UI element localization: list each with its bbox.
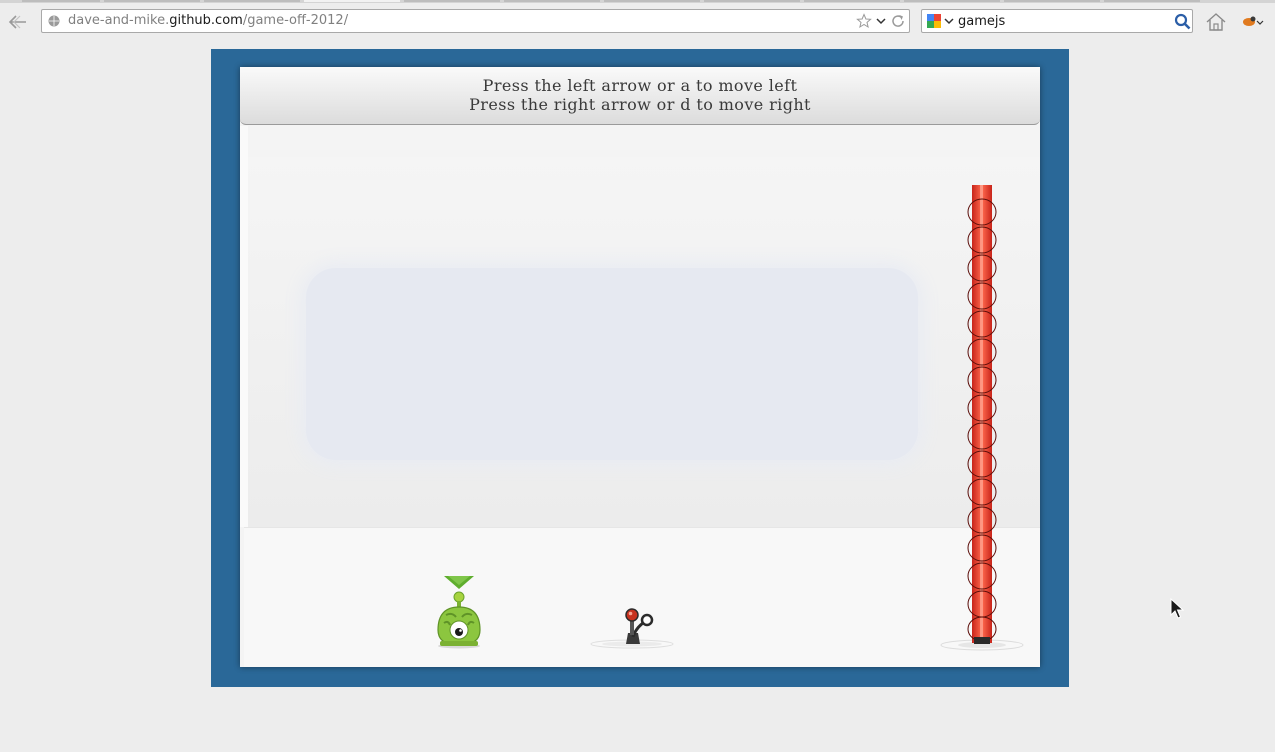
browser-tab[interactable] bbox=[204, 0, 300, 2]
game-frame: Press the left arrow or a to move left P… bbox=[211, 49, 1069, 687]
reload-icon[interactable] bbox=[890, 13, 906, 29]
canvas-edge bbox=[240, 126, 248, 527]
browser-tab[interactable] bbox=[1004, 0, 1100, 2]
game-canvas[interactable]: Press the left arrow or a to move left P… bbox=[240, 67, 1040, 667]
browser-tab-active[interactable] bbox=[304, 0, 400, 2]
cloud-platform bbox=[306, 268, 918, 460]
dropdown-arrow-icon[interactable] bbox=[875, 15, 887, 27]
green-alien-player bbox=[437, 576, 481, 649]
bookmark-star-icon[interactable] bbox=[856, 13, 872, 29]
url-text[interactable]: dave-and-mike.github.com/game-off-2012/ bbox=[68, 13, 348, 28]
search-input[interactable] bbox=[958, 12, 1168, 30]
browser-tab[interactable] bbox=[104, 0, 200, 2]
browser-tab[interactable] bbox=[404, 0, 500, 2]
google-icon[interactable] bbox=[926, 13, 942, 29]
browser-tab[interactable] bbox=[704, 0, 800, 2]
browser-tab[interactable] bbox=[804, 0, 900, 2]
magnifier-icon[interactable] bbox=[1174, 13, 1191, 30]
dropdown-arrow-icon[interactable] bbox=[944, 15, 954, 27]
instruction-right: Press the right arrow or d to move right bbox=[469, 95, 811, 114]
browser-tab[interactable] bbox=[504, 0, 600, 2]
browser-tab[interactable] bbox=[904, 0, 1000, 2]
browser-tab[interactable] bbox=[22, 0, 100, 2]
lever-switch bbox=[590, 608, 674, 649]
browser-tab[interactable] bbox=[1104, 0, 1200, 2]
search-bar[interactable] bbox=[921, 9, 1193, 33]
address-bar[interactable]: dave-and-mike.github.com/game-off-2012/ bbox=[41, 9, 910, 33]
instruction-left: Press the left arrow or a to move left bbox=[482, 76, 798, 95]
globe-icon bbox=[48, 15, 60, 27]
back-arrow-icon[interactable] bbox=[6, 12, 30, 32]
instructions-banner: Press the left arrow or a to move left P… bbox=[240, 67, 1040, 125]
home-icon[interactable] bbox=[1205, 12, 1227, 32]
browser-tab[interactable] bbox=[604, 0, 700, 2]
addon-icon[interactable] bbox=[1240, 12, 1264, 32]
mouse-cursor-icon bbox=[1170, 598, 1184, 619]
navigation-toolbar: dave-and-mike.github.com/game-off-2012/ bbox=[0, 3, 1275, 40]
red-laser-beam bbox=[940, 185, 1024, 651]
